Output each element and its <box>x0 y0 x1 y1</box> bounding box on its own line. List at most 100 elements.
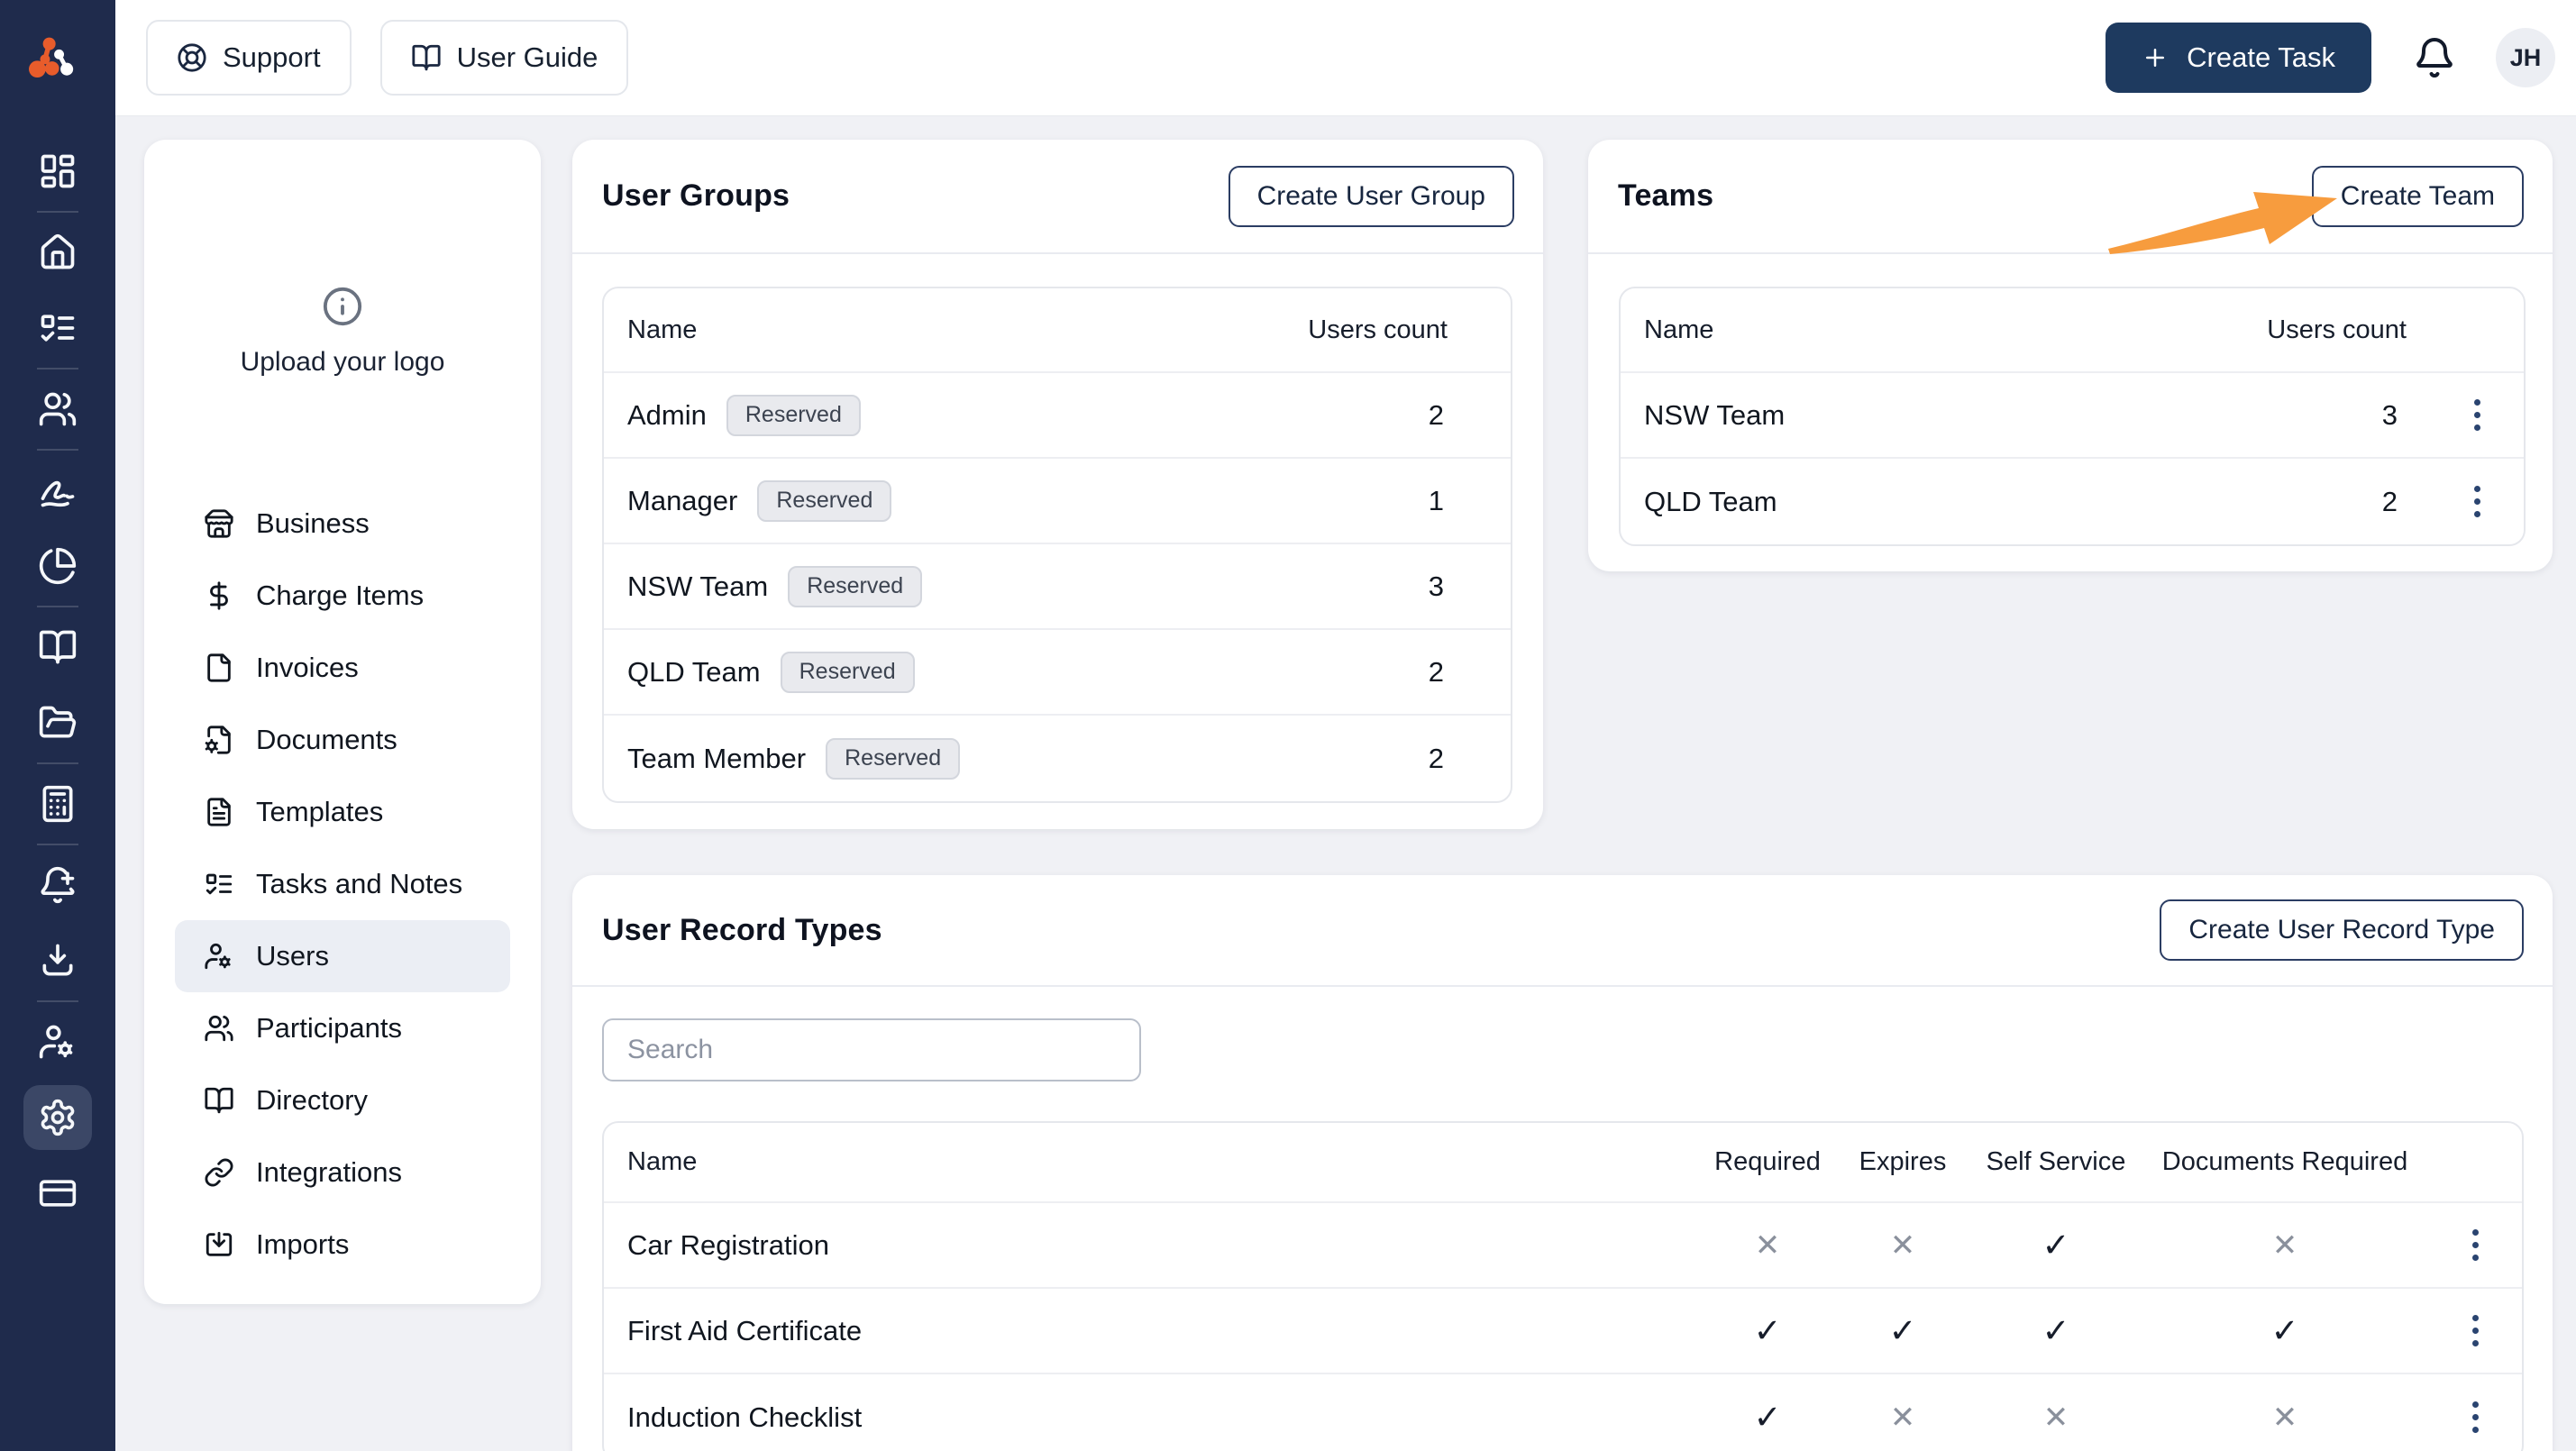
pie-chart-icon <box>38 546 78 586</box>
support-label: Support <box>223 41 321 73</box>
settings-nav-list: Business Charge Items Invoices Documents… <box>144 488 541 1281</box>
users-icon <box>38 389 78 429</box>
dashboard-icon <box>38 151 78 191</box>
topbar: Support User Guide Create Task JH <box>115 0 2576 115</box>
file-icon <box>204 652 234 683</box>
user-record-types-card: User Record Types Create User Record Typ… <box>572 875 2553 1451</box>
row-actions-button[interactable] <box>2448 1218 2502 1273</box>
group-name: Admin <box>627 398 707 431</box>
table-header: Name Required Expires Self Service Docum… <box>604 1123 2522 1203</box>
nav-item-label: Documents <box>256 724 397 755</box>
support-button[interactable]: Support <box>146 20 352 96</box>
team-name: NSW Team <box>1644 398 1786 431</box>
self-service-mark: ✓ <box>2042 1311 2070 1350</box>
rail-divider <box>37 368 78 370</box>
rail-item-settings[interactable] <box>0 1080 115 1155</box>
user-guide-button[interactable]: User Guide <box>379 20 629 96</box>
self-service-mark: ✕ <box>2042 1399 2069 1436</box>
group-name: Team Member <box>627 742 807 774</box>
user-groups-title: User Groups <box>602 178 790 213</box>
nav-item-business[interactable]: Business <box>144 488 541 560</box>
column-header-name: Name <box>627 315 698 344</box>
rail-item-billing[interactable] <box>0 1155 115 1231</box>
create-user-record-type-button[interactable]: Create User Record Type <box>2160 899 2524 961</box>
table-row: NSW Team Reserved 3 <box>604 544 1511 630</box>
calculator-icon <box>38 784 78 824</box>
create-team-button[interactable]: Create Team <box>2311 165 2524 227</box>
column-header-name: Name <box>1644 315 1714 344</box>
book-open-icon <box>204 1085 234 1116</box>
nav-item-invoices[interactable]: Invoices <box>144 632 541 704</box>
create-user-group-button[interactable]: Create User Group <box>1228 165 1514 227</box>
group-name: QLD Team <box>627 655 761 688</box>
nav-item-label: Integrations <box>256 1156 402 1188</box>
expires-mark: ✓ <box>1888 1311 1917 1350</box>
rail-item-files[interactable] <box>0 685 115 761</box>
rail-divider <box>37 211 78 213</box>
store-icon <box>204 508 234 539</box>
group-name: Manager <box>627 484 738 516</box>
user-groups-header: User Groups Create User Group <box>572 140 1543 254</box>
nav-item-documents[interactable]: Documents <box>144 704 541 776</box>
rail-item-dashboard[interactable] <box>0 133 115 209</box>
create-task-button[interactable]: Create Task <box>2106 23 2371 93</box>
nav-item-templates[interactable]: Templates <box>144 776 541 848</box>
rail-item-directory[interactable] <box>0 609 115 685</box>
required-mark: ✓ <box>1753 1311 1782 1350</box>
rail-divider <box>37 844 78 845</box>
row-actions-button[interactable] <box>2450 388 2504 443</box>
row-actions-button[interactable] <box>2450 475 2504 529</box>
rail-item-downloads[interactable] <box>0 923 115 999</box>
nav-item-charge-items[interactable]: Charge Items <box>144 560 541 632</box>
user-guide-label: User Guide <box>456 41 598 73</box>
nav-item-imports[interactable]: Imports <box>144 1209 541 1281</box>
users-count: 2 <box>1428 742 1444 774</box>
teams-header: Teams Create Team <box>1588 140 2553 254</box>
search-input[interactable] <box>602 1018 1141 1081</box>
rail-item-user-admin[interactable] <box>0 1004 115 1080</box>
rail-items <box>0 133 115 1231</box>
reserved-badge: Reserved <box>726 394 861 436</box>
avatar[interactable]: JH <box>2496 28 2555 87</box>
rail-item-signatures[interactable] <box>0 452 115 528</box>
users-count: 2 <box>1428 655 1444 688</box>
import-icon <box>204 1229 234 1260</box>
rail-item-accounting[interactable] <box>0 766 115 842</box>
row-actions-button[interactable] <box>2448 1304 2502 1358</box>
nav-item-label: Users <box>256 940 329 972</box>
rail-item-reports[interactable] <box>0 528 115 604</box>
nav-item-label: Directory <box>256 1084 369 1116</box>
table-row: QLD Team Reserved 2 <box>604 630 1511 716</box>
column-header-users-count: Users count <box>1308 315 1448 344</box>
logo-icon <box>29 37 74 78</box>
rail-item-tasks[interactable] <box>0 290 115 366</box>
checklist-icon <box>38 308 78 348</box>
table-row: Manager Reserved 1 <box>604 459 1511 544</box>
nav-item-label: Templates <box>256 796 384 827</box>
nav-item-directory[interactable]: Directory <box>144 1064 541 1136</box>
rail-item-people[interactable] <box>0 371 115 447</box>
nav-item-users[interactable]: Users <box>175 920 510 992</box>
app-logo[interactable] <box>0 0 115 117</box>
gear-icon <box>38 1098 78 1137</box>
upload-logo-area[interactable]: Upload your logo <box>144 140 541 378</box>
file-text-icon <box>204 797 234 827</box>
teams-card: Teams Create Team Name Users count NSW T… <box>1588 140 2553 571</box>
book-open-icon <box>38 627 78 667</box>
reserved-badge: Reserved <box>757 479 892 522</box>
teams-title: Teams <box>1618 178 1714 213</box>
table-row: Induction Checklist ✓ ✕ ✕ ✕ <box>604 1374 2522 1451</box>
row-actions-button[interactable] <box>2448 1391 2502 1445</box>
main-content: Upload your logo Business Charge Items I… <box>115 115 2576 1451</box>
notifications-button[interactable] <box>2413 36 2456 79</box>
nav-item-integrations[interactable]: Integrations <box>144 1136 541 1209</box>
rail-divider <box>37 1000 78 1002</box>
user-record-types-table: Name Required Expires Self Service Docum… <box>602 1121 2524 1451</box>
record-type-name: Car Registration <box>627 1228 829 1261</box>
team-name: QLD Team <box>1644 485 1777 517</box>
nav-item-participants[interactable]: Participants <box>144 992 541 1064</box>
rail-item-reminders[interactable] <box>0 847 115 923</box>
documents-required-mark: ✕ <box>2271 1399 2298 1436</box>
rail-item-home[interactable] <box>0 214 115 290</box>
nav-item-tasks-and-notes[interactable]: Tasks and Notes <box>144 848 541 920</box>
